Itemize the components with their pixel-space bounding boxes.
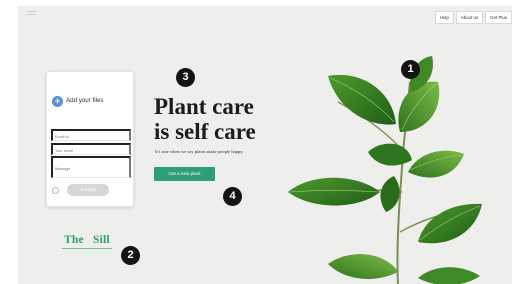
email-to-field[interactable] xyxy=(51,129,131,141)
page-title-line-1: Plant care xyxy=(154,94,254,119)
leaf xyxy=(418,267,480,284)
marker-4: 4 xyxy=(223,187,242,206)
page-title: Plant care is self care xyxy=(154,94,256,144)
leaf xyxy=(368,143,412,166)
leaf xyxy=(418,203,482,244)
page: Help About us Get Plus + Add your files … xyxy=(0,0,512,284)
plant-image xyxy=(288,56,482,284)
nav-get-plus-button[interactable]: Get Plus xyxy=(485,11,512,24)
get-new-plant-button[interactable]: Get a new plant xyxy=(154,167,215,181)
brand-logo[interactable]: The Sill xyxy=(64,234,110,246)
nav-about-button[interactable]: About us xyxy=(455,11,484,24)
message-field[interactable] xyxy=(51,156,131,178)
leaf xyxy=(408,150,464,178)
leaf xyxy=(380,176,400,212)
nav-help-button[interactable]: Help xyxy=(434,11,454,24)
marker-2: 2 xyxy=(121,246,140,265)
logo-underline xyxy=(62,248,112,249)
leaf xyxy=(328,74,396,125)
top-nav: Help About us Get Plus xyxy=(433,11,512,24)
menu-icon[interactable] xyxy=(26,11,36,15)
page-title-line-2: is self care xyxy=(154,119,256,144)
hero-section: Help About us Get Plus + Add your files … xyxy=(18,6,512,284)
attach-icon[interactable] xyxy=(52,187,59,194)
your-email-field[interactable] xyxy=(51,143,131,155)
marker-1: 1 xyxy=(401,60,420,79)
upload-card: + Add your files Transfer xyxy=(46,71,134,207)
leaf xyxy=(328,254,398,279)
page-subtitle: It's true when we say plants make people… xyxy=(155,149,244,154)
marker-3: 3 xyxy=(176,68,195,87)
leaf xyxy=(288,177,380,206)
plus-icon[interactable]: + xyxy=(52,96,63,107)
transfer-button[interactable]: Transfer xyxy=(67,184,109,196)
upload-card-title: Add your files xyxy=(66,97,104,104)
